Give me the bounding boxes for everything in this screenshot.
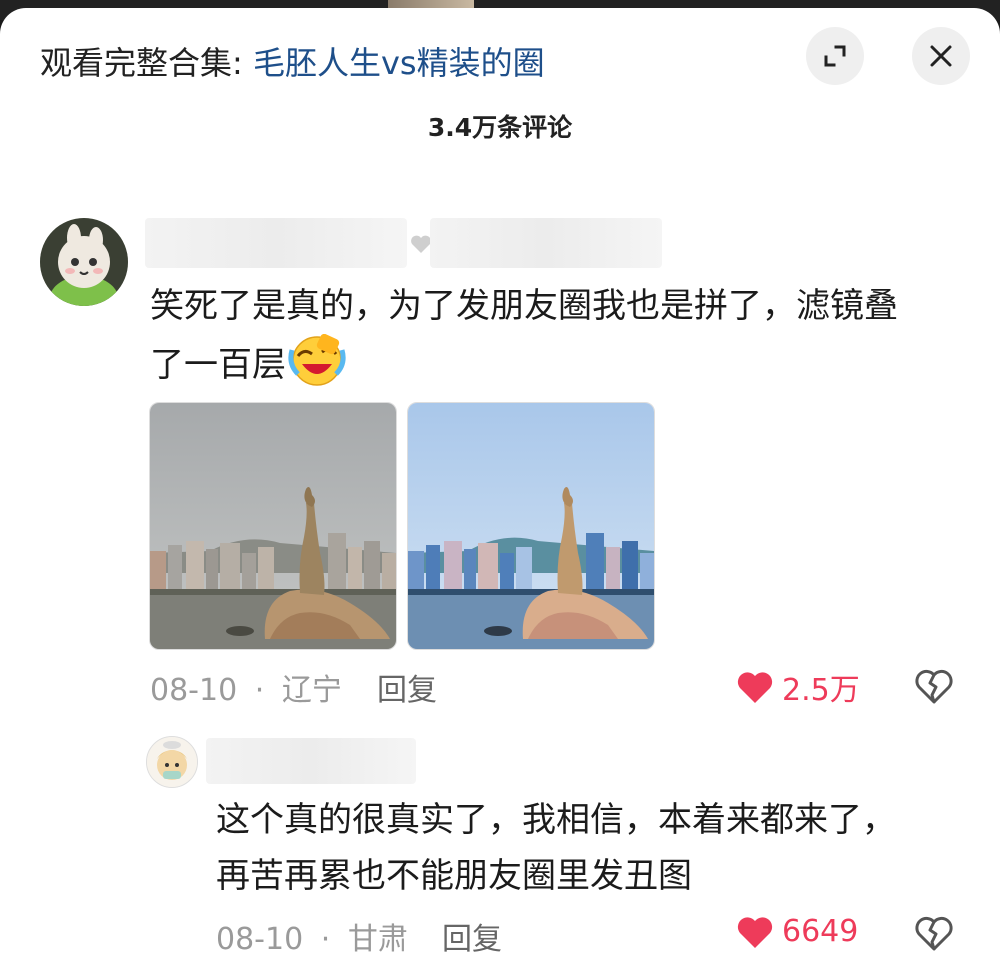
meta-separator: · [320,922,331,954]
username-suffix-blurred [430,218,662,268]
reply-text-line1: 这个真的很真实了，我相信，本着来都来了， [216,800,896,840]
comment-text-line1: 笑死了是真的，为了发朋友圈我也是拼了，滤镜叠 [150,286,898,326]
avatar-image [147,737,197,787]
reply-commenter-avatar[interactable] [146,736,198,788]
reply-like-count: 6649 [782,914,859,949]
comment-date: 08-10 [150,673,238,708]
reply-text-line2: 再苦再累也不能朋友圈里发丑图 [216,856,692,896]
laughing-crying-emoji [288,333,346,386]
reply-like-button[interactable]: 6649 [736,914,858,949]
close-icon [930,45,952,67]
meta-separator: · [254,673,265,708]
reply-location: 甘肃 [347,922,408,954]
comment-count: 3.4万条评论 [427,113,573,142]
like-button[interactable]: 2.5万 [736,665,860,709]
reply-button[interactable]: 回复 [377,665,437,709]
reply-date: 08-10 [216,922,304,954]
comment-photo-filtered[interactable] [407,402,655,650]
like-count: 2.5万 [782,673,860,708]
reply-reply-button[interactable]: 回复 [442,914,502,954]
comment-sheet: 观看完整合集: 毛胚人生vs精装的圈 3.4万条评论 笑死了是真的，为了发朋友圈… [0,8,1000,954]
comment-meta: 08-10 · 辽宁 [150,665,342,709]
reply-username-blurred[interactable] [206,738,416,784]
comment-photo-original[interactable] [149,402,397,650]
reply-dislike-broken-heart-icon[interactable] [914,916,954,952]
close-button[interactable] [912,27,970,85]
heart-filled-icon [737,916,773,948]
heart-filled-icon [737,672,773,703]
reply-comment-text: 这个真的很真实了，我相信，本着来都来了， 再苦再累也不能朋友圈里发丑图 [216,792,896,904]
expand-button[interactable] [806,27,864,85]
statue-photo-gray [150,403,396,649]
collection-link[interactable]: 毛胚人生vs精装的圈 [253,44,545,82]
comment-location: 辽宁 [281,673,342,708]
video-thumbnail-edge [388,0,474,8]
reply-meta: 08-10 · 甘肃 [216,914,408,954]
collection-prefix: 观看完整合集: [40,44,253,82]
avatar-image [40,218,128,306]
commenter-avatar[interactable] [40,218,128,306]
collection-header[interactable]: 观看完整合集: 毛胚人生vs精装的圈 [40,38,545,84]
heart-gray-icon [411,235,431,253]
comment-text-line2-text: 了一百层 [150,345,286,385]
username-blurred[interactable] [145,218,407,268]
comment-text: 笑死了是真的，为了发朋友圈我也是拼了，滤镜叠 了一百层 [150,278,898,393]
expand-icon [824,45,846,67]
statue-photo-blue [408,403,654,649]
dislike-broken-heart-icon[interactable] [914,669,954,705]
comment-text-line2: 了一百层 [150,333,898,393]
